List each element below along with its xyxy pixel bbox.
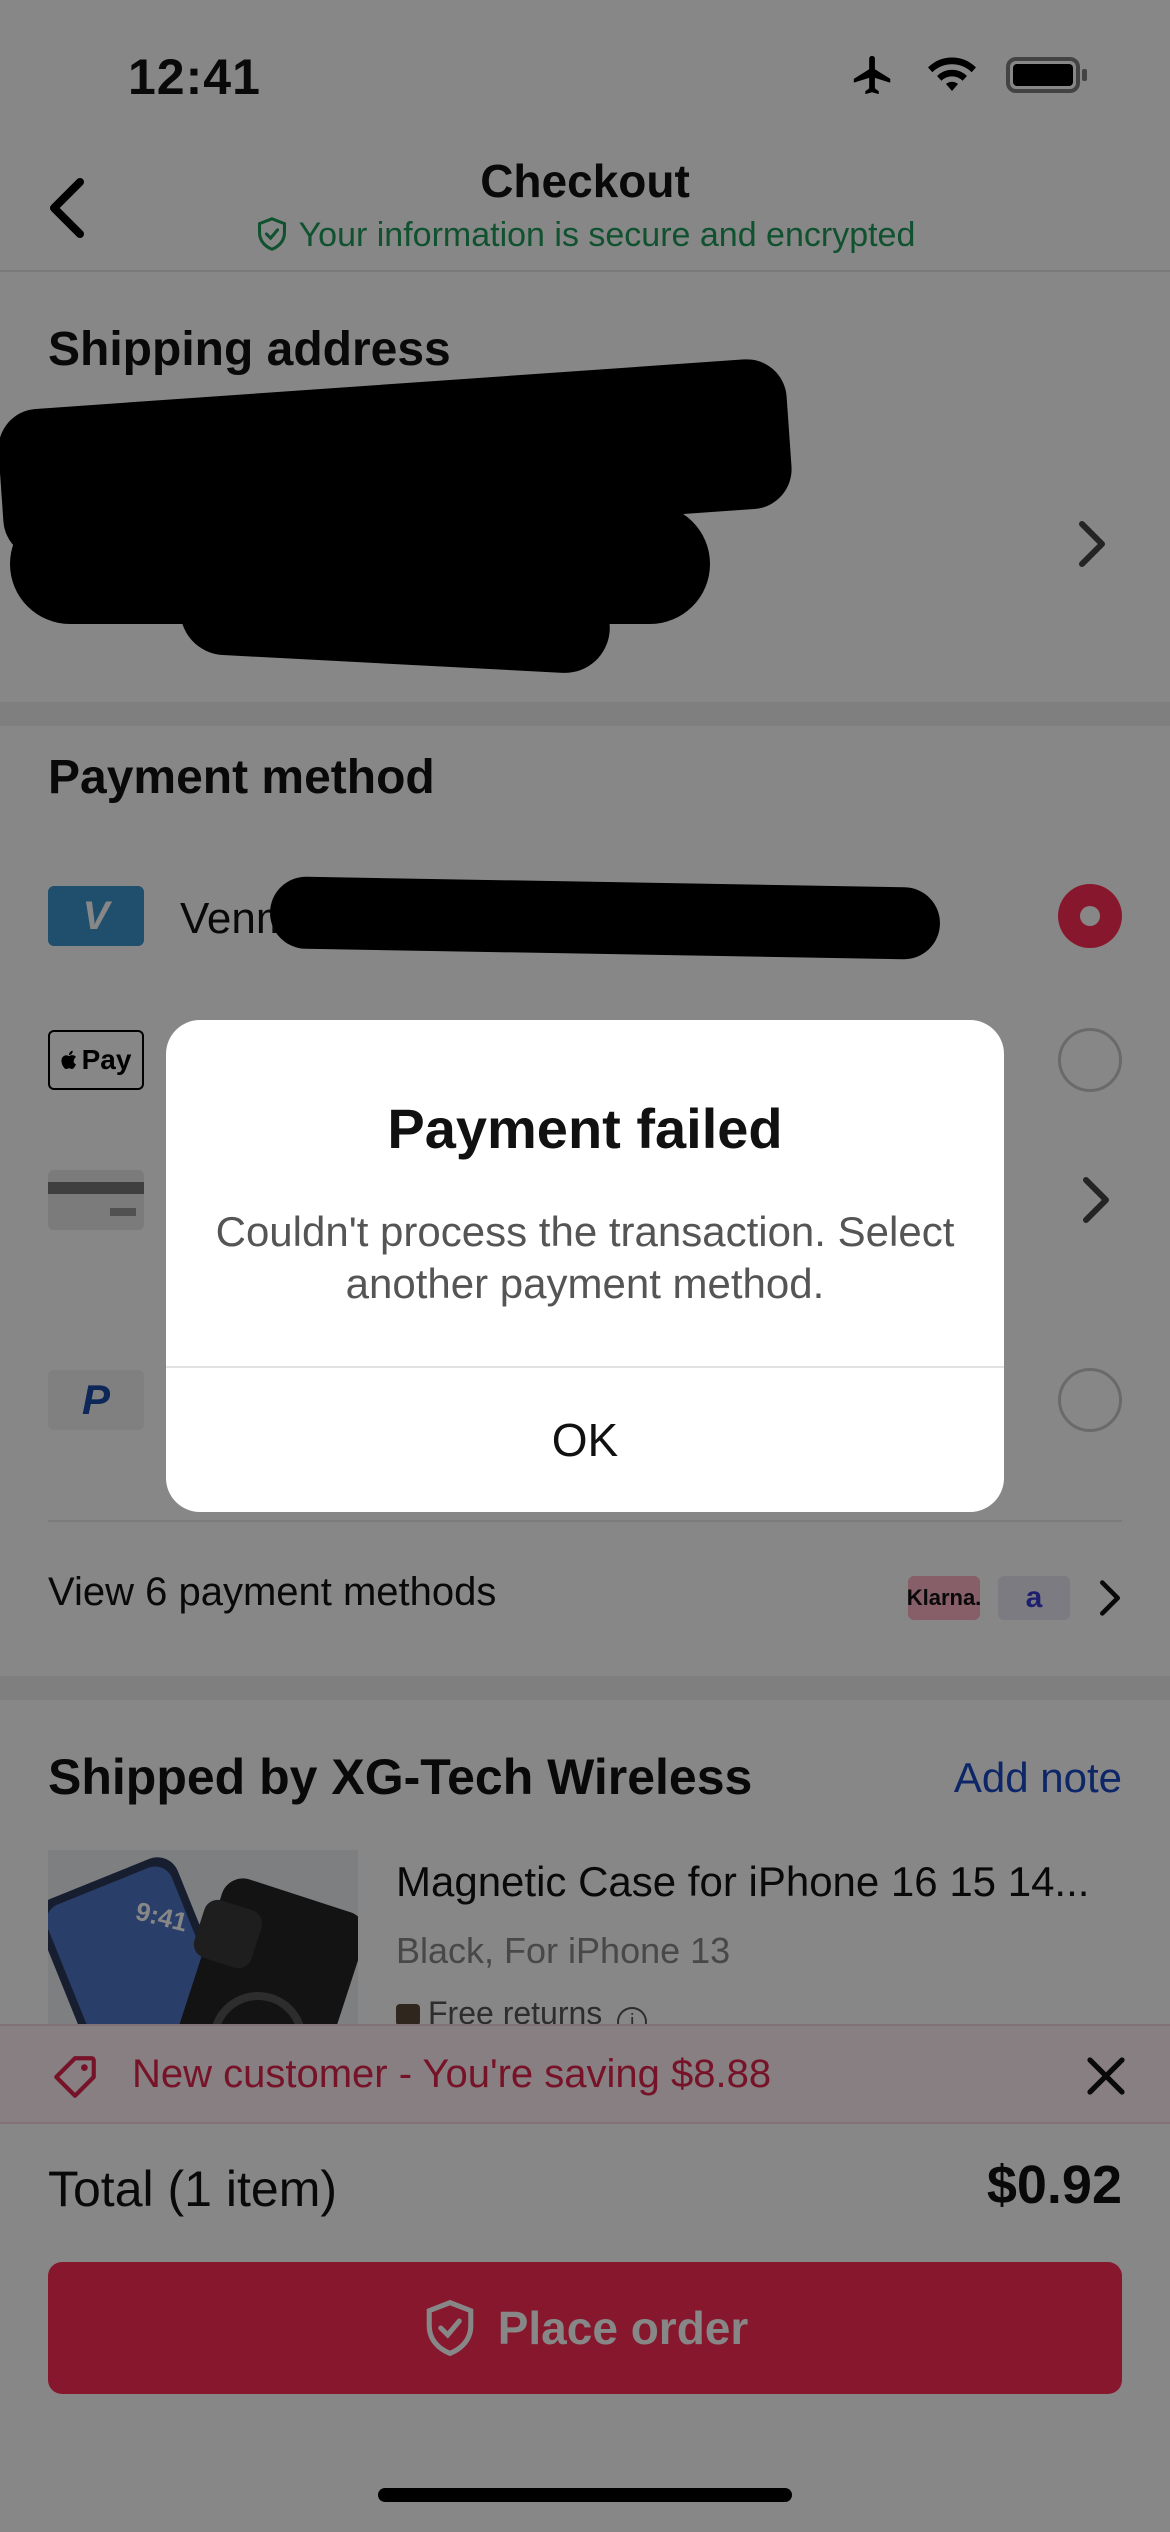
payment-failed-dialog: Payment failed Couldn't process the tran…: [166, 1020, 1004, 1512]
dialog-ok-button[interactable]: OK: [166, 1368, 1004, 1512]
dialog-message: Couldn't process the transaction. Select…: [215, 1208, 955, 1307]
dialog-title: Payment failed: [387, 1097, 783, 1160]
